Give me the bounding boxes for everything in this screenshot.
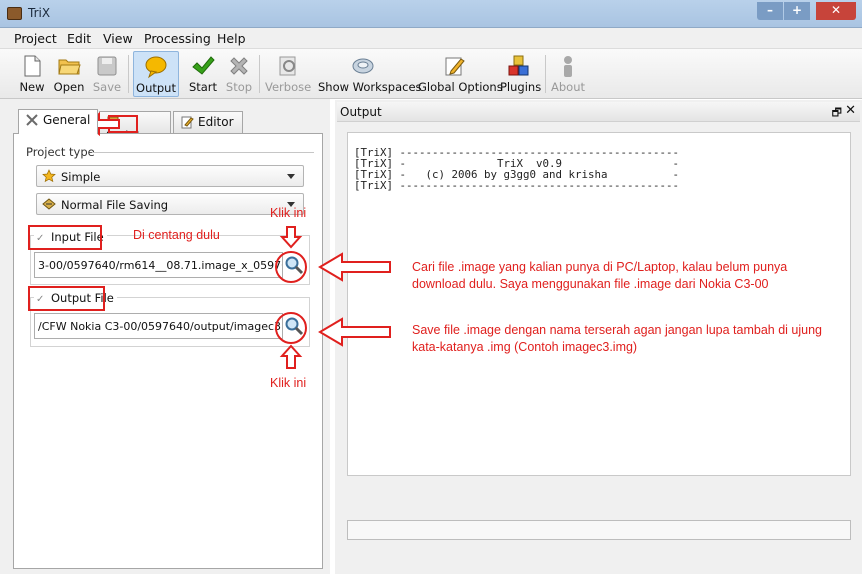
stop-x-icon (230, 57, 248, 75)
annotation-click-here-top: Klik ini (270, 206, 307, 220)
pointer-arrow-output (318, 317, 391, 347)
annotation-click-here-bottom: Klik ini (270, 376, 307, 390)
start-button[interactable]: Start (186, 51, 220, 97)
workspaces-drive-icon (352, 58, 374, 74)
green-check-icon (192, 56, 215, 75)
global-options-button[interactable]: Global Options (418, 51, 503, 97)
save-button[interactable]: Save (90, 51, 124, 97)
open-button[interactable]: Open (52, 51, 86, 97)
progress-bar (347, 520, 851, 540)
pointer-arrow-input (318, 252, 391, 282)
output-file-highlight (28, 286, 105, 311)
menu-edit[interactable]: Edit (67, 31, 91, 46)
toolbar-separator (545, 55, 546, 93)
verbose-magnifier-icon (279, 56, 296, 76)
project-type-select[interactable]: Simple (36, 165, 304, 187)
global-options-pencil-icon (445, 57, 465, 76)
plugins-button[interactable]: Plugins (500, 51, 541, 97)
wrench-screwdriver-icon (26, 114, 38, 126)
tab-editor[interactable]: Editor (173, 111, 243, 133)
show-workspaces-button[interactable]: Show Workspaces (318, 51, 422, 97)
menu-project[interactable]: Project (14, 31, 57, 46)
save-disk-icon (97, 56, 117, 76)
maximize-button[interactable]: + (784, 2, 810, 20)
chevron-down-icon (287, 174, 295, 179)
group-divider (92, 152, 314, 153)
menu-help[interactable]: Help (217, 31, 246, 46)
output-file-path[interactable]: /CFW Nokia C3-00/0597640/output/imagec3.… (34, 313, 283, 339)
menu-view[interactable]: View (103, 31, 133, 46)
annotation-output-note: Save file .image dengan nama terserah ag… (412, 323, 823, 354)
new-button[interactable]: New (15, 51, 49, 97)
plugins-blocks-icon (508, 55, 529, 76)
annotation-input-note: Cari file .image yang kalian punya di PC… (412, 260, 788, 291)
project-type-label: Project type (26, 145, 95, 159)
output-button[interactable]: Output (133, 51, 179, 97)
new-document-icon (24, 55, 41, 77)
input-file-path[interactable]: 3-00/0597640/rm614__08.71.image_x_059764… (34, 252, 283, 278)
browse-output-highlight (275, 312, 307, 344)
menu-processing[interactable]: Processing (144, 31, 211, 46)
console-line: [TriX] ---------------------------------… (354, 179, 680, 192)
close-dock-icon[interactable]: ✕ (845, 103, 856, 118)
window-title: TriX (28, 6, 51, 20)
saving-mode-select[interactable]: Normal File Saving (36, 193, 304, 215)
about-person-icon (564, 56, 572, 77)
editor-pencil-icon (181, 116, 194, 129)
browse-input-highlight (275, 251, 307, 283)
tab-general[interactable]: General (18, 109, 98, 134)
stop-button[interactable]: Stop (222, 51, 256, 97)
annotation-checked-first: Di centang dulu (133, 228, 220, 242)
toolbar: New Open Save Output Start Stop Verbose … (0, 49, 862, 99)
star-icon (42, 169, 56, 183)
toolbar-separator (259, 55, 260, 93)
general-tab-panel: Project type Simple Normal File Saving ✓… (13, 133, 323, 569)
about-button[interactable]: About (551, 51, 585, 97)
up-arrow-annotation (279, 344, 303, 369)
input-file-highlight (28, 225, 102, 250)
close-button[interactable]: ✕ (816, 2, 856, 20)
float-dock-icon[interactable]: 🗗 (832, 104, 842, 123)
open-folder-icon (58, 59, 81, 75)
verbose-button[interactable]: Verbose (265, 51, 311, 97)
title-bar: TriX – + ✕ (0, 0, 862, 28)
minimize-button[interactable]: – (757, 2, 783, 20)
speech-bubble-icon (145, 56, 167, 79)
output-dock-title: Output 🗗 ✕ (337, 102, 860, 122)
down-arrow-annotation (279, 226, 303, 249)
toolbar-separator (128, 55, 129, 93)
trix-app-icon (7, 7, 22, 20)
output-console[interactable]: [TriX] ---------------------------------… (347, 132, 851, 476)
menu-bar: Project Edit View Processing Help (0, 28, 862, 49)
file-saving-icon (42, 198, 56, 210)
